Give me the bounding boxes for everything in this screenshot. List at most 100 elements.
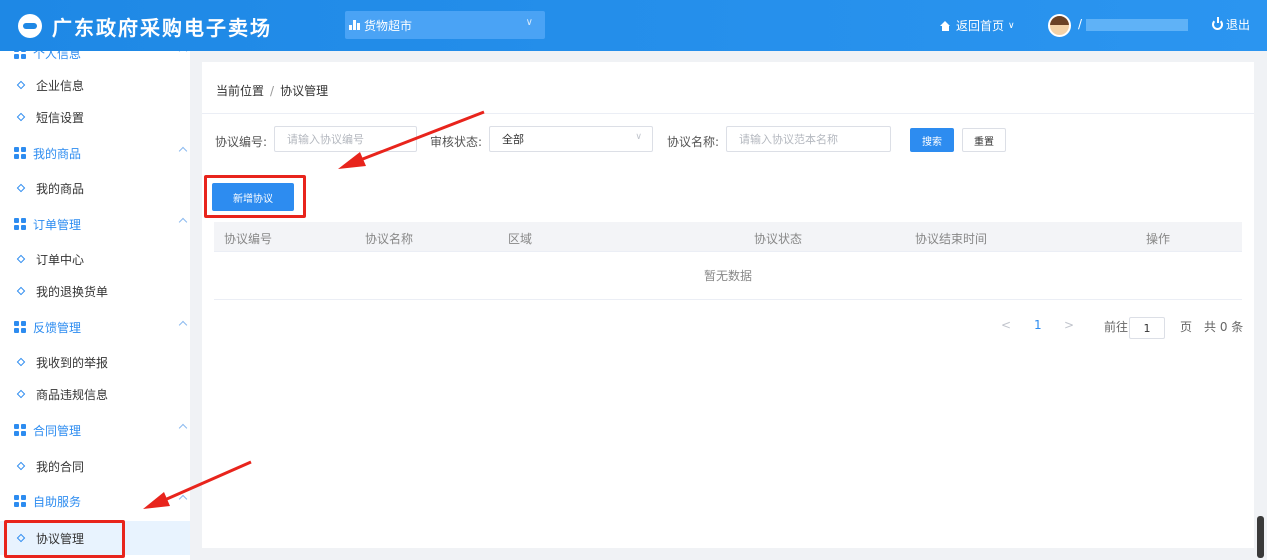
sidebar-item-label: 我的商品 bbox=[36, 181, 85, 196]
pagination-page-1[interactable]: 1 bbox=[1034, 318, 1042, 332]
sidebar-group-orders[interactable]: 订单管理 bbox=[0, 208, 190, 240]
sidebar-item-label: 我的退换货单 bbox=[36, 284, 109, 299]
sidebar-group-label: 合同管理 bbox=[33, 423, 82, 438]
sidebar-item-label: 我收到的举报 bbox=[36, 355, 109, 370]
pagination-next-button[interactable]: > bbox=[1064, 318, 1074, 332]
chevron-up-icon bbox=[178, 217, 188, 227]
pagination-prev-button[interactable]: < bbox=[1001, 318, 1011, 332]
empty-text: 暂无数据 bbox=[703, 269, 752, 283]
sidebar-group-contracts[interactable]: 合同管理 bbox=[0, 414, 190, 446]
pagination-total: 共 0 条 bbox=[1204, 320, 1244, 334]
diamond-icon bbox=[16, 183, 26, 193]
sidebar-group-label: 我的商品 bbox=[33, 146, 82, 161]
sidebar-item-my-products[interactable]: 我的商品 bbox=[0, 172, 190, 204]
column-header: 操作 bbox=[1146, 232, 1171, 246]
pagination-goto-input[interactable]: 1 bbox=[1129, 317, 1165, 339]
sidebar-item-my-contracts[interactable]: 我的合同 bbox=[0, 450, 190, 482]
category-select[interactable]: 货物超市 ∨ bbox=[345, 11, 545, 39]
column-header: 协议状态 bbox=[754, 232, 803, 246]
add-agreement-button[interactable]: 新增协议 bbox=[212, 183, 294, 211]
name-filter-input[interactable]: 请输入协议范本名称 bbox=[726, 126, 891, 152]
chevron-down-icon: ∨ bbox=[635, 132, 642, 142]
diamond-icon bbox=[16, 461, 26, 471]
home-icon bbox=[940, 20, 951, 31]
sidebar-item-company-info[interactable]: 企业信息 bbox=[0, 69, 190, 101]
logo-text: 广东政府采购电子卖场 bbox=[52, 15, 272, 40]
pagination-page-suffix: 页 bbox=[1180, 320, 1193, 334]
grid-icon bbox=[14, 321, 26, 333]
column-header: 协议结束时间 bbox=[915, 232, 988, 246]
pagination-goto-label: 前往 bbox=[1104, 320, 1129, 334]
name-filter-label: 协议名称: bbox=[667, 135, 720, 149]
diamond-icon bbox=[16, 286, 26, 296]
grid-icon bbox=[14, 424, 26, 436]
sidebar-group-label: 反馈管理 bbox=[33, 320, 82, 335]
sidebar-group-label: 自助服务 bbox=[33, 494, 82, 509]
code-filter-label: 协议编号: bbox=[215, 135, 268, 149]
table-header: 协议编号 协议名称 区域 协议状态 协议结束时间 操作 bbox=[214, 222, 1242, 252]
avatar[interactable] bbox=[1048, 14, 1071, 37]
logout-button[interactable]: 退出 bbox=[1212, 16, 1250, 33]
sidebar-item-label: 我的合同 bbox=[36, 459, 85, 474]
search-button[interactable]: 搜索 bbox=[910, 128, 954, 152]
top-header: 广东政府采购电子卖场 货物超市 ∨ 返回首页 ∨ / 退出 bbox=[0, 0, 1267, 51]
column-header: 区域 bbox=[508, 232, 533, 246]
chevron-up-icon bbox=[178, 320, 188, 330]
table-empty-row: 暂无数据 bbox=[214, 252, 1242, 300]
sidebar-group-label: 订单管理 bbox=[33, 217, 82, 232]
diamond-icon bbox=[16, 357, 26, 367]
status-filter-select[interactable]: 全部 ∨ bbox=[489, 126, 653, 152]
diamond-icon bbox=[16, 389, 26, 399]
status-filter-value: 全部 bbox=[502, 133, 524, 146]
chevron-down-icon: ∨ bbox=[1008, 20, 1015, 31]
sidebar-item-violations[interactable]: 商品违规信息 bbox=[0, 378, 190, 410]
user-name-redaction bbox=[1086, 19, 1188, 31]
home-link-label: 返回首页 bbox=[956, 19, 1005, 33]
sidebar-item-label: 企业信息 bbox=[36, 78, 85, 93]
bar-chart-icon bbox=[349, 20, 360, 30]
sidebar-group-self-service[interactable]: 自助服务 bbox=[0, 485, 190, 517]
status-filter-label: 审核状态: bbox=[430, 135, 483, 149]
site-logo[interactable]: 广东政府采购电子卖场 bbox=[18, 10, 272, 42]
diamond-icon bbox=[16, 533, 26, 543]
chevron-up-icon bbox=[178, 494, 188, 504]
breadcrumb-current: 协议管理 bbox=[280, 84, 329, 98]
column-header: 协议编号 bbox=[224, 232, 273, 246]
sidebar: 个人信息 企业信息 短信设置 我的商品 我的商品 订单管理 订单中心 我的退换货… bbox=[0, 51, 190, 560]
diamond-icon bbox=[16, 80, 26, 90]
sidebar-item-order-center[interactable]: 订单中心 bbox=[0, 243, 190, 275]
main-content: 当前位置 / 协议管理 协议编号: 请输入协议编号 审核状态: 全部 ∨ 协议名称:… bbox=[202, 62, 1254, 548]
logo-icon bbox=[18, 14, 42, 38]
grid-icon bbox=[14, 147, 26, 159]
breadcrumb-root[interactable]: 当前位置 bbox=[216, 84, 264, 98]
diamond-icon bbox=[16, 112, 26, 122]
sidebar-item-sms-settings[interactable]: 短信设置 bbox=[0, 101, 190, 133]
sidebar-item-label: 协议管理 bbox=[36, 531, 85, 546]
sidebar-item-label: 订单中心 bbox=[36, 252, 85, 267]
divider bbox=[202, 113, 1254, 114]
sidebar-item-agreements[interactable]: 协议管理 bbox=[0, 521, 190, 555]
sidebar-group-my-products[interactable]: 我的商品 bbox=[0, 137, 190, 169]
category-select-value: 货物超市 bbox=[364, 18, 413, 33]
chevron-up-icon bbox=[178, 146, 188, 156]
sidebar-item-reports-received[interactable]: 我收到的举报 bbox=[0, 346, 190, 378]
home-link[interactable]: 返回首页 ∨ bbox=[940, 17, 1015, 34]
sidebar-group-feedback[interactable]: 反馈管理 bbox=[0, 311, 190, 343]
grid-icon bbox=[14, 495, 26, 507]
reset-button[interactable]: 重置 bbox=[962, 128, 1006, 152]
grid-icon bbox=[14, 51, 26, 59]
sidebar-group-profile[interactable]: 个人信息 bbox=[0, 51, 190, 69]
chevron-down-icon: ∨ bbox=[525, 17, 533, 28]
logout-label: 退出 bbox=[1226, 18, 1251, 32]
user-name[interactable]: / bbox=[1078, 17, 1082, 31]
column-header: 协议名称 bbox=[365, 232, 414, 246]
breadcrumb-separator: / bbox=[270, 84, 275, 98]
breadcrumb: 当前位置 / 协议管理 bbox=[216, 82, 328, 99]
chevron-up-icon bbox=[178, 51, 188, 56]
code-filter-input[interactable]: 请输入协议编号 bbox=[274, 126, 417, 152]
power-icon bbox=[1212, 17, 1223, 30]
sidebar-group-label: 个人信息 bbox=[33, 51, 82, 61]
sidebar-item-label: 商品违规信息 bbox=[36, 387, 109, 402]
sidebar-item-returns[interactable]: 我的退换货单 bbox=[0, 275, 190, 307]
scrollbar[interactable] bbox=[1257, 516, 1264, 558]
